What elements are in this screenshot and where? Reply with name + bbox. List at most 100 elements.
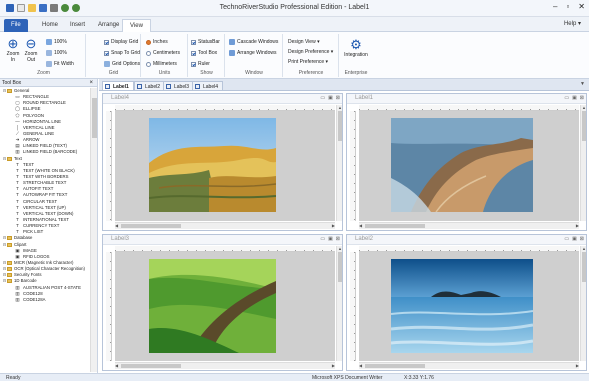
toolbox-item[interactable]: ▥ CODE128A	[0, 297, 91, 303]
print-preference-dropdown[interactable]: Print Preference ▾	[288, 59, 328, 65]
label1-window[interactable]: Label1 ▭ ▣ ⊠ ▲ ◀ ▶	[346, 93, 587, 231]
units-group-title: Units	[158, 70, 171, 76]
toolbox-checkbox[interactable]: Tool Box	[191, 50, 217, 56]
vertical-scrollbar[interactable]: ▲	[580, 246, 586, 361]
close-icon[interactable]: ⊠	[580, 95, 584, 101]
arrange-windows-button[interactable]: Arrange Windows	[229, 50, 276, 56]
scroll-up-icon[interactable]: ▲	[582, 246, 586, 251]
label-canvas[interactable]	[359, 111, 579, 221]
scroll-thumb[interactable]	[338, 111, 342, 141]
label4-window[interactable]: Label4 ▭ ▣ ⊠ ▲ ◀ ▶	[102, 93, 343, 231]
doc-tab-label4[interactable]: Label4	[192, 81, 224, 91]
close-button[interactable]: ✕	[578, 2, 585, 11]
millimeters-radio[interactable]: Millimeters	[146, 61, 177, 67]
label3-window[interactable]: Label3 ▭ ▣ ⊠ ▲ ◀ ▶	[102, 234, 343, 371]
label-canvas[interactable]	[359, 252, 579, 361]
tab-view[interactable]: View	[122, 19, 151, 32]
display-grid-checkbox[interactable]: Display Grid	[104, 39, 138, 45]
ruler-checkbox[interactable]: Ruler	[191, 61, 210, 67]
toolbox-header: Tool Box ×	[0, 79, 97, 87]
scroll-left-icon[interactable]: ◀	[359, 223, 362, 228]
minimize-button[interactable]: –	[553, 2, 557, 11]
snap-to-grid-checkbox[interactable]: Snap To Grid	[104, 50, 140, 56]
pane-header: Label3 ▭ ▣ ⊠	[103, 235, 342, 245]
statusbar-checkbox[interactable]: StatusBar	[191, 39, 220, 45]
minimize-icon[interactable]: ▭	[320, 236, 325, 242]
zoom-percent-dropdown[interactable]: 100%	[46, 39, 67, 45]
label-canvas[interactable]	[115, 252, 335, 361]
close-icon[interactable]: ⊠	[580, 236, 584, 242]
restore-icon[interactable]: ▣	[328, 236, 333, 242]
photo-blue-sea[interactable]	[391, 259, 533, 353]
pin-icon[interactable]: ×	[89, 79, 93, 87]
zoom-100-button[interactable]: 100%	[46, 50, 67, 56]
scroll-right-icon[interactable]: ▶	[576, 223, 579, 228]
scroll-right-icon[interactable]: ▶	[332, 223, 335, 228]
restore-icon[interactable]: ▣	[328, 95, 333, 101]
photo-green-slope[interactable]	[149, 259, 276, 353]
scroll-up-icon[interactable]: ▲	[338, 105, 342, 110]
maximize-button[interactable]: ▫	[566, 2, 569, 11]
restore-icon[interactable]: ▣	[572, 95, 577, 101]
integration-button[interactable]: ⚙ Integration	[341, 37, 371, 58]
cascade-windows-button[interactable]: Cascade Windows	[229, 39, 278, 45]
design-preference-dropdown[interactable]: Design Preference ▾	[288, 49, 333, 55]
centimeters-radio[interactable]: Centimeters	[146, 50, 180, 56]
photo-coastal-rocks[interactable]	[391, 118, 533, 212]
scroll-thumb[interactable]	[582, 111, 586, 141]
help-menu[interactable]: Help ▾	[564, 20, 581, 27]
scroll-up-icon[interactable]: ▲	[582, 105, 586, 110]
horizontal-scrollbar[interactable]: ◀ ▶	[359, 222, 579, 229]
label-canvas[interactable]	[115, 111, 335, 221]
vertical-scrollbar[interactable]: ▲	[580, 105, 586, 221]
horizontal-scrollbar[interactable]: ◀ ▶	[359, 362, 579, 369]
window-group: Cascade Windows Arrange Windows Window	[226, 34, 283, 77]
scroll-thumb[interactable]	[365, 364, 425, 368]
scroll-thumb[interactable]	[92, 98, 97, 138]
pane-title: Label2	[355, 236, 374, 242]
doc-tab-label1[interactable]: Label1	[102, 81, 134, 91]
doc-tab-label3[interactable]: Label3	[163, 81, 195, 91]
vertical-ruler	[106, 252, 112, 361]
scroll-thumb[interactable]	[365, 224, 425, 228]
zoom-out-button[interactable]: ⊖ Zoom Out	[23, 36, 39, 63]
scroll-thumb[interactable]	[121, 364, 181, 368]
toolbox-scrollbar[interactable]	[90, 88, 97, 372]
tab-home[interactable]: Home	[35, 19, 65, 32]
scroll-thumb[interactable]	[338, 252, 342, 282]
close-icon[interactable]: ⊠	[336, 236, 340, 242]
label2-window[interactable]: Label2 ▭ ▣ ⊠ ▲ ◀ ▶	[346, 234, 587, 371]
tab-list-dropdown-icon[interactable]: ▼	[580, 81, 585, 87]
horizontal-scrollbar[interactable]: ◀ ▶	[115, 222, 335, 229]
minimize-icon[interactable]: ▭	[320, 95, 325, 101]
vertical-scrollbar[interactable]: ▲	[336, 246, 342, 361]
tab-file[interactable]: File	[4, 19, 28, 32]
checkbox-icon	[191, 61, 196, 67]
scroll-thumb[interactable]	[582, 252, 586, 282]
scroll-left-icon[interactable]: ◀	[115, 223, 118, 228]
minimize-icon[interactable]: ▭	[564, 236, 569, 242]
scroll-right-icon[interactable]: ▶	[576, 363, 579, 368]
restore-icon[interactable]: ▣	[572, 236, 577, 242]
inches-radio[interactable]: Inches	[146, 39, 168, 45]
checkbox-icon	[191, 50, 196, 56]
design-view-dropdown[interactable]: Design View ▾	[288, 39, 320, 45]
minimize-icon[interactable]: ▭	[564, 95, 569, 101]
title-bar: TechnoRiverStudio Professional Edition -…	[0, 0, 589, 17]
tab-insert[interactable]: Insert	[63, 19, 92, 32]
scroll-left-icon[interactable]: ◀	[115, 363, 118, 368]
scroll-up-icon[interactable]: ▲	[338, 246, 342, 251]
fit-width-button[interactable]: Fit Width	[46, 61, 74, 67]
vertical-scrollbar[interactable]: ▲	[336, 105, 342, 221]
grid-options-button[interactable]: Grid Options	[104, 61, 140, 67]
doc-tab-label2[interactable]: Label2	[134, 81, 166, 91]
scroll-left-icon[interactable]: ◀	[359, 363, 362, 368]
scroll-right-icon[interactable]: ▶	[332, 363, 335, 368]
scroll-thumb[interactable]	[121, 224, 181, 228]
checkbox-icon	[191, 39, 196, 45]
grid-options-icon	[104, 61, 110, 67]
photo-yellow-hills[interactable]	[149, 118, 276, 212]
zoom-in-button[interactable]: ⊕ Zoom In	[5, 36, 21, 63]
horizontal-scrollbar[interactable]: ◀ ▶	[115, 362, 335, 369]
close-icon[interactable]: ⊠	[336, 95, 340, 101]
